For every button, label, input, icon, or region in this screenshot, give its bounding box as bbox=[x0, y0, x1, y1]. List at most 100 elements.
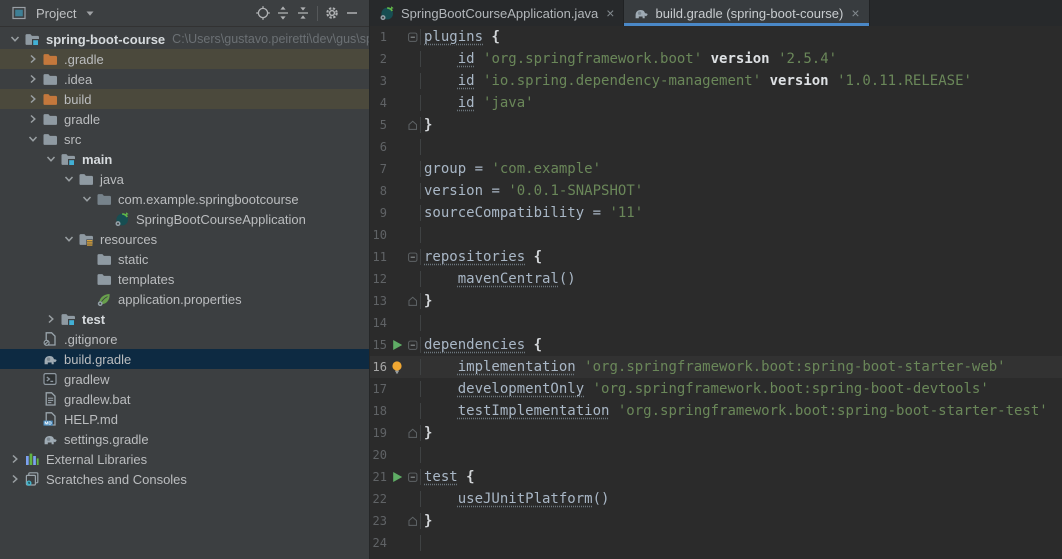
chevron-right-icon[interactable] bbox=[6, 451, 23, 467]
chevron-right-icon[interactable] bbox=[24, 111, 41, 127]
code-line-8[interactable]: 8 version = '0.0.1-SNAPSHOT' bbox=[370, 180, 1062, 202]
code-line-9[interactable]: 9 sourceCompatibility = '11' bbox=[370, 202, 1062, 224]
fold-end-icon[interactable] bbox=[406, 117, 421, 133]
tree-item-gradle[interactable]: gradle bbox=[0, 109, 369, 129]
line-number[interactable]: 4 bbox=[370, 96, 387, 110]
code-line-4[interactable]: 4 id 'java' bbox=[370, 92, 1062, 114]
chevron-down-icon[interactable] bbox=[60, 171, 77, 187]
tree-item-settings-gradle[interactable]: settings.gradle bbox=[0, 429, 369, 449]
line-number[interactable]: 22 bbox=[370, 492, 387, 506]
chevron-right-icon[interactable] bbox=[24, 71, 41, 87]
tree-item-templates[interactable]: templates bbox=[0, 269, 369, 289]
line-number[interactable]: 23 bbox=[370, 514, 387, 528]
fold-end-icon[interactable] bbox=[406, 425, 421, 441]
fold-end-icon[interactable] bbox=[406, 293, 421, 309]
line-number[interactable]: 12 bbox=[370, 272, 387, 286]
tree-item-external-libraries[interactable]: External Libraries bbox=[0, 449, 369, 469]
code-line-23[interactable]: 23} bbox=[370, 510, 1062, 532]
close-tab-icon[interactable]: × bbox=[851, 6, 859, 20]
line-number[interactable]: 20 bbox=[370, 448, 387, 462]
tree-item-test[interactable]: test bbox=[0, 309, 369, 329]
tree-item-spring-boot-course[interactable]: spring-boot-course C:\Users\gustavo.peire… bbox=[0, 29, 369, 49]
tree-item-gitignore[interactable]: .gitignore bbox=[0, 329, 369, 349]
code-line-7[interactable]: 7 group = 'com.example' bbox=[370, 158, 1062, 180]
code-line-14[interactable]: 14 bbox=[370, 312, 1062, 334]
fold-start-icon[interactable] bbox=[406, 469, 421, 485]
fold-end-icon[interactable] bbox=[406, 513, 421, 529]
chevron-right-icon[interactable] bbox=[42, 311, 59, 327]
collapse-all-icon[interactable] bbox=[294, 4, 312, 22]
chevron-right-icon[interactable] bbox=[6, 471, 23, 487]
line-number[interactable]: 24 bbox=[370, 536, 387, 550]
chevron-down-icon[interactable] bbox=[78, 191, 95, 207]
chevron-down-icon[interactable] bbox=[60, 231, 77, 247]
code-line-12[interactable]: 12 mavenCentral() bbox=[370, 268, 1062, 290]
line-number[interactable]: 14 bbox=[370, 316, 387, 330]
tree-item-static[interactable]: static bbox=[0, 249, 369, 269]
tree-item-application-properties[interactable]: application.properties bbox=[0, 289, 369, 309]
code-line-21[interactable]: 21 test { bbox=[370, 466, 1062, 488]
tab-build-gradle-spring-boot-course[interactable]: build.gradle (spring-boot-course) × bbox=[624, 0, 870, 26]
tree-item-resources[interactable]: resources bbox=[0, 229, 369, 249]
line-number[interactable]: 3 bbox=[370, 74, 387, 88]
tree-item-com-example-springbootcourse[interactable]: com.example.springbootcourse bbox=[0, 189, 369, 209]
line-number[interactable]: 7 bbox=[370, 162, 387, 176]
hide-panel-icon[interactable] bbox=[343, 4, 361, 22]
code-line-13[interactable]: 13} bbox=[370, 290, 1062, 312]
line-number[interactable]: 11 bbox=[370, 250, 387, 264]
code-line-19[interactable]: 19} bbox=[370, 422, 1062, 444]
code-line-18[interactable]: 18 testImplementation 'org.springframewo… bbox=[370, 400, 1062, 422]
code-line-11[interactable]: 11 repositories { bbox=[370, 246, 1062, 268]
tree-item-java[interactable]: java bbox=[0, 169, 369, 189]
line-number[interactable]: 18 bbox=[370, 404, 387, 418]
line-number[interactable]: 17 bbox=[370, 382, 387, 396]
line-number[interactable]: 21 bbox=[370, 470, 387, 484]
line-number[interactable]: 15 bbox=[370, 338, 387, 352]
chevron-down-icon[interactable] bbox=[6, 31, 23, 47]
gear-icon[interactable] bbox=[323, 4, 341, 22]
line-number[interactable]: 5 bbox=[370, 118, 387, 132]
code-line-17[interactable]: 17 developmentOnly 'org.springframework.… bbox=[370, 378, 1062, 400]
fold-start-icon[interactable] bbox=[406, 249, 421, 265]
run-icon[interactable] bbox=[387, 469, 406, 485]
line-number[interactable]: 2 bbox=[370, 52, 387, 66]
fold-start-icon[interactable] bbox=[406, 337, 421, 353]
expand-all-icon[interactable] bbox=[274, 4, 292, 22]
code-line-15[interactable]: 15 dependencies { bbox=[370, 334, 1062, 356]
close-tab-icon[interactable]: × bbox=[606, 6, 614, 20]
project-view-dropdown-icon[interactable] bbox=[81, 4, 99, 22]
line-number[interactable]: 10 bbox=[370, 228, 387, 242]
line-number[interactable]: 8 bbox=[370, 184, 387, 198]
tree-item-gradle[interactable]: .gradle bbox=[0, 49, 369, 69]
line-number[interactable]: 9 bbox=[370, 206, 387, 220]
code-line-6[interactable]: 6 bbox=[370, 136, 1062, 158]
code-line-22[interactable]: 22 useJUnitPlatform() bbox=[370, 488, 1062, 510]
code-line-10[interactable]: 10 bbox=[370, 224, 1062, 246]
tree-item-help-md[interactable]: MD HELP.md bbox=[0, 409, 369, 429]
locate-icon[interactable] bbox=[254, 4, 272, 22]
tab-springbootcourseapplication-java[interactable]: SpringBootCourseApplication.java × bbox=[370, 0, 625, 26]
code-line-3[interactable]: 3 id 'io.spring.dependency-management' v… bbox=[370, 70, 1062, 92]
chevron-down-icon[interactable] bbox=[24, 131, 41, 147]
code-line-20[interactable]: 20 bbox=[370, 444, 1062, 466]
tree-item-idea[interactable]: .idea bbox=[0, 69, 369, 89]
code-line-5[interactable]: 5} bbox=[370, 114, 1062, 136]
tree-item-build[interactable]: build bbox=[0, 89, 369, 109]
line-number[interactable]: 1 bbox=[370, 30, 387, 44]
fold-start-icon[interactable] bbox=[406, 29, 421, 45]
line-number[interactable]: 13 bbox=[370, 294, 387, 308]
chevron-right-icon[interactable] bbox=[24, 51, 41, 67]
tree-item-main[interactable]: main bbox=[0, 149, 369, 169]
tree-item-src[interactable]: src bbox=[0, 129, 369, 149]
tree-item-scratches-and-consoles[interactable]: Scratches and Consoles bbox=[0, 469, 369, 489]
line-number[interactable]: 6 bbox=[370, 140, 387, 154]
tree-item-springbootcourseapplication[interactable]: SpringBootCourseApplication bbox=[0, 209, 369, 229]
code-line-24[interactable]: 24 bbox=[370, 532, 1062, 554]
run-icon[interactable] bbox=[387, 337, 406, 353]
line-number[interactable]: 16 bbox=[370, 360, 387, 374]
tree-item-gradlew[interactable]: gradlew bbox=[0, 369, 369, 389]
chevron-right-icon[interactable] bbox=[24, 91, 41, 107]
code-line-1[interactable]: 1 plugins { bbox=[370, 26, 1062, 48]
code-line-2[interactable]: 2 id 'org.springframework.boot' version … bbox=[370, 48, 1062, 70]
tree-item-gradlew-bat[interactable]: gradlew.bat bbox=[0, 389, 369, 409]
